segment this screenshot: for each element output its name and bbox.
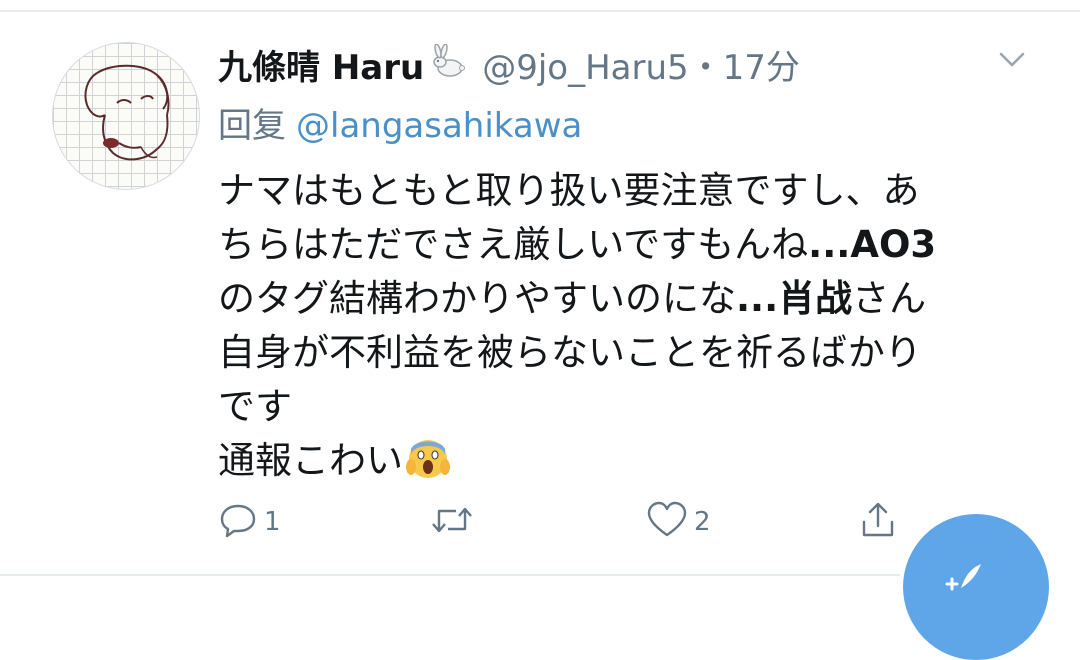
heart-icon: [646, 500, 688, 544]
reply-prefix: 回复: [218, 106, 286, 146]
tweet-line: です: [218, 385, 292, 428]
compose-tweet-button[interactable]: [903, 514, 1049, 660]
bottom-divider: [0, 574, 900, 576]
reply-count: 1: [264, 507, 281, 537]
like-button[interactable]: 2: [646, 500, 711, 544]
separator: ・: [688, 47, 723, 88]
avatar[interactable]: [52, 42, 200, 190]
share-icon: [858, 500, 898, 544]
author-handle[interactable]: @9jo_Haru5: [482, 48, 688, 88]
reply-to-handle[interactable]: @langasahikawa: [296, 106, 582, 146]
tweet-header: 九條晴 Haru @9jo_Haru5・17分: [218, 38, 800, 90]
tweet-line: ちらはただでさえ厳しいですもんね...AO3: [218, 223, 937, 266]
reply-icon: [218, 500, 258, 544]
retweet-button[interactable]: [430, 500, 480, 544]
tweet-line: ナマはもともと取り扱い要注意ですし、あ: [218, 169, 920, 212]
share-button[interactable]: [858, 500, 904, 544]
screaming-face-icon: [405, 435, 451, 496]
tweet-line: 自身が不利益を被らないことを祈るばかり: [218, 331, 922, 374]
top-divider: [0, 10, 1080, 12]
rabbit-icon: [430, 43, 468, 84]
chevron-down-icon[interactable]: [998, 50, 1026, 74]
retweet-icon: [430, 500, 474, 544]
tweet-line: 通報こわい: [218, 434, 1038, 488]
replying-to: 回复 @langasahikawa: [218, 98, 582, 148]
timestamp[interactable]: 17分: [723, 48, 800, 88]
reply-button[interactable]: 1: [218, 500, 281, 544]
handle-and-time: @9jo_Haru5・17分: [482, 40, 800, 89]
display-name[interactable]: 九條晴 Haru: [218, 40, 424, 89]
tweet-line: のタグ結構わかりやすいのにな...肖战さん: [218, 277, 927, 320]
like-count: 2: [694, 507, 711, 537]
tweet-text: ナマはもともと取り扱い要注意ですし、あ ちらはただでさえ厳しいですもんね...A…: [218, 164, 1038, 488]
